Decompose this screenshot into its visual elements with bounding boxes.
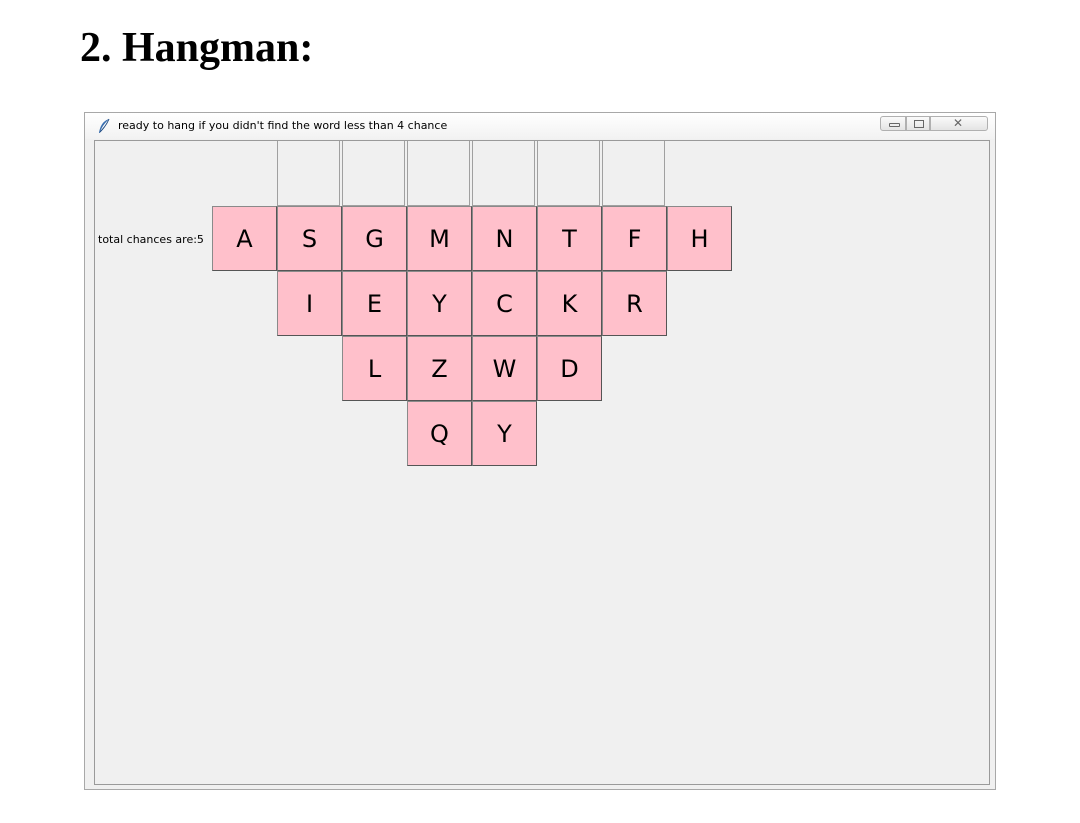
word-slot <box>407 141 470 206</box>
window-title: ready to hang if you didn't find the wor… <box>118 119 448 132</box>
word-slot <box>277 141 340 206</box>
letter-button-k[interactable]: K <box>537 271 602 336</box>
maximize-button[interactable] <box>906 116 930 131</box>
letter-button-z[interactable]: Z <box>407 336 472 401</box>
feather-icon <box>99 118 110 133</box>
letter-button-i[interactable]: I <box>277 271 342 336</box>
letter-button-q[interactable]: Q <box>407 401 472 466</box>
word-slot <box>342 141 405 206</box>
letter-button-e[interactable]: E <box>342 271 407 336</box>
letter-button-y[interactable]: Y <box>472 401 537 466</box>
letter-button-d[interactable]: D <box>537 336 602 401</box>
letter-button-g[interactable]: G <box>342 206 407 271</box>
close-button[interactable]: ✕ <box>930 116 988 131</box>
letter-button-y[interactable]: Y <box>407 271 472 336</box>
word-slot <box>472 141 535 206</box>
game-area: total chances are:5 ASGMNTFH IEYCKR LZWDQY <box>94 140 990 785</box>
letter-button-w[interactable]: W <box>472 336 537 401</box>
letter-button-s[interactable]: S <box>277 206 342 271</box>
letter-button-n[interactable]: N <box>472 206 537 271</box>
word-slot <box>602 141 665 206</box>
word-slot <box>537 141 600 206</box>
document-heading: 2. Hangman: <box>80 25 314 71</box>
letter-button-l[interactable]: L <box>342 336 407 401</box>
close-icon: ✕ <box>953 116 964 130</box>
letter-button-c[interactable]: C <box>472 271 537 336</box>
chances-label: total chances are:5 <box>98 233 204 246</box>
letter-button-h[interactable]: H <box>667 206 732 271</box>
app-window: ready to hang if you didn't find the wor… <box>84 112 996 790</box>
minimize-button[interactable] <box>880 116 906 131</box>
letter-button-t[interactable]: T <box>537 206 602 271</box>
letter-button-a[interactable]: A <box>212 206 277 271</box>
letter-button-m[interactable]: M <box>407 206 472 271</box>
title-bar[interactable]: ready to hang if you didn't find the wor… <box>85 113 995 139</box>
letter-button-r[interactable]: R <box>602 271 667 336</box>
letter-button-f[interactable]: F <box>602 206 667 271</box>
